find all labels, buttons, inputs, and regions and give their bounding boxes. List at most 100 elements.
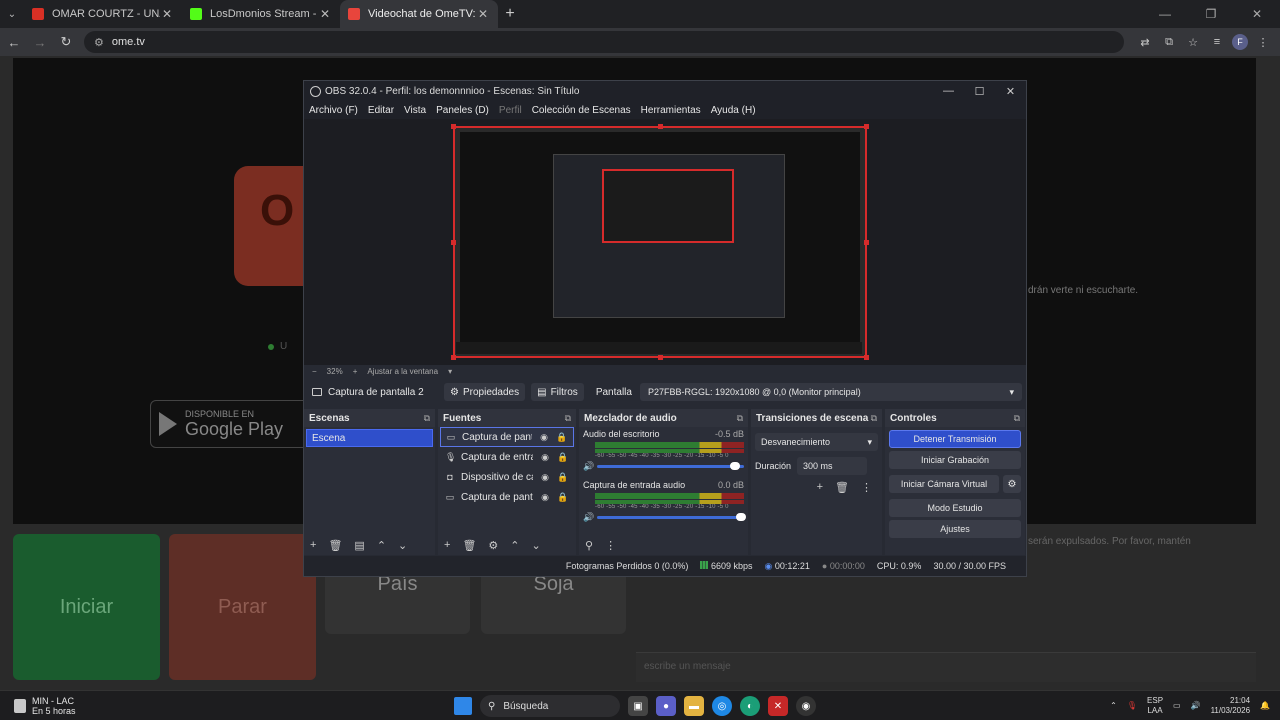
transition-select[interactable]: Desvanecimiento ▾	[755, 433, 878, 451]
task-view-icon[interactable]: ▣	[628, 696, 648, 716]
eye-icon[interactable]: ◉	[539, 452, 551, 463]
tab-search-chevron-icon[interactable]: ⌄	[0, 0, 24, 28]
start-button[interactable]: Iniciar	[13, 534, 160, 680]
source-row[interactable]: 🎙 Captura de entrada ◉ 🔒	[440, 447, 574, 467]
gear-icon[interactable]: ⚙	[1003, 475, 1021, 493]
properties-button[interactable]: ⚙ Propiedades	[444, 383, 526, 401]
menu-kebab-icon[interactable]: ⋮	[605, 539, 616, 552]
menu-herramientas[interactable]: Herramientas	[641, 105, 701, 116]
volume-slider-handle[interactable]	[730, 462, 741, 470]
new-tab-plus-icon[interactable]: +	[498, 5, 522, 23]
speaker-icon[interactable]: 🔊	[583, 461, 594, 472]
undock-icon[interactable]: ⧉	[565, 413, 571, 424]
teams-icon[interactable]: ●	[656, 696, 676, 716]
undock-icon[interactable]: ⧉	[737, 413, 743, 424]
fit-to-window[interactable]: Ajustar a la ventana	[367, 367, 438, 376]
file-explorer-icon[interactable]: ▬	[684, 696, 704, 716]
obs-taskbar-icon[interactable]: ◉	[796, 696, 816, 716]
settings-button[interactable]: Ajustes	[889, 520, 1021, 538]
google-play-badge[interactable]: DISPONIBLE EN Google Play	[150, 400, 310, 448]
filters-button[interactable]: ▤ Filtros	[531, 383, 584, 401]
trash-icon[interactable]: 🗑	[328, 539, 342, 552]
add-icon[interactable]: +	[817, 481, 823, 494]
add-icon[interactable]: +	[444, 539, 450, 551]
tab-close-icon[interactable]: ✕	[160, 7, 174, 21]
language-indicator[interactable]: ESP LAA	[1147, 696, 1163, 716]
menu-kebab-icon[interactable]: ⋮	[861, 481, 872, 494]
eye-icon[interactable]: ◉	[538, 432, 550, 443]
duration-spinbox[interactable]: 300 ms	[797, 457, 868, 475]
volume-icon[interactable]: 🔊	[1191, 701, 1201, 710]
undock-icon[interactable]: ⧉	[871, 413, 877, 424]
profile-avatar[interactable]: F	[1232, 34, 1248, 50]
studio-mode-button[interactable]: Modo Estudio	[889, 499, 1021, 517]
resize-handle[interactable]	[658, 355, 663, 360]
resize-handle[interactable]	[658, 124, 663, 129]
stop-button[interactable]: Parar	[169, 534, 316, 680]
red-app-icon[interactable]: ✕	[768, 696, 788, 716]
bookmark-star-icon[interactable]: ☆	[1184, 36, 1202, 49]
obs-maximize-icon[interactable]: ☐	[964, 85, 995, 98]
menu-perfil[interactable]: Perfil	[499, 105, 522, 116]
gear-icon[interactable]: ⚙	[488, 539, 498, 552]
chevron-down-icon[interactable]: ⌄	[398, 539, 407, 552]
scene-item[interactable]: Escena	[306, 429, 433, 447]
reload-icon[interactable]: ↻	[54, 34, 78, 50]
chevron-up-icon[interactable]: ⌃	[510, 539, 519, 552]
menu-vista[interactable]: Vista	[404, 105, 426, 116]
url-bar[interactable]: ⚙ ome.tv	[84, 31, 1124, 53]
close-icon[interactable]: ✕	[1234, 7, 1280, 21]
resize-handle[interactable]	[451, 124, 456, 129]
eye-icon[interactable]: ◉	[539, 492, 551, 503]
forward-arrow-icon[interactable]: →	[28, 35, 52, 50]
tab-close-icon[interactable]: ✕	[476, 7, 490, 21]
source-row[interactable]: ◘ Dispositivo de captu ◉ 🔒	[440, 467, 574, 487]
link-icon[interactable]: ⚲	[585, 539, 593, 552]
menu-editar[interactable]: Editar	[368, 105, 394, 116]
translate-icon[interactable]: ⇄	[1136, 36, 1154, 49]
back-arrow-icon[interactable]: ←	[2, 35, 26, 50]
lock-icon[interactable]: 🔒	[557, 492, 569, 503]
obs-minimize-icon[interactable]: —	[933, 85, 964, 98]
install-app-icon[interactable]: ⧉	[1160, 36, 1178, 49]
volume-slider[interactable]	[597, 513, 746, 521]
chat-input[interactable]: escribe un mensaje	[636, 652, 1256, 682]
zoom-in-button[interactable]: +	[353, 367, 358, 376]
minimize-icon[interactable]: —	[1142, 7, 1188, 21]
chevron-up-icon[interactable]: ⌃	[377, 539, 386, 552]
chevron-down-icon[interactable]: ⌄	[532, 539, 541, 552]
lock-icon[interactable]: 🔒	[556, 432, 568, 443]
source-row[interactable]: ▭ Captura de pantalla ◉ 🔒	[440, 487, 574, 507]
windows-start-icon[interactable]	[454, 697, 472, 715]
zoom-out-button[interactable]: −	[312, 367, 317, 376]
resize-handle[interactable]	[864, 355, 869, 360]
preview-canvas[interactable]	[451, 124, 869, 360]
menu-paneles[interactable]: Paneles (D)	[436, 105, 489, 116]
trash-icon[interactable]: 🗑	[835, 481, 849, 494]
add-icon[interactable]: +	[310, 539, 316, 551]
filter-icon[interactable]: ▤	[354, 539, 364, 552]
speaker-icon[interactable]: 🔊	[583, 512, 594, 523]
taskbar-search[interactable]: ⚲ Búsqueda	[480, 695, 620, 717]
source-row[interactable]: ▭ Captura de pantalla ◉ 🔒	[440, 427, 574, 447]
maximize-icon[interactable]: ❐	[1188, 7, 1234, 21]
network-icon[interactable]: ▭	[1173, 701, 1181, 710]
stop-streaming-button[interactable]: Detener Transmisión	[889, 430, 1021, 448]
microphone-icon[interactable]: 🎙	[1127, 701, 1137, 710]
lock-icon[interactable]: 🔒	[557, 472, 569, 483]
weather-widget[interactable]: MIN - LAC En 5 horas	[0, 696, 76, 716]
resize-handle[interactable]	[451, 240, 456, 245]
notification-bell-icon[interactable]: 🔔	[1260, 701, 1270, 710]
undock-icon[interactable]: ⧉	[1014, 413, 1020, 424]
browser-tab-1[interactable]: LosDmonios Stream - Kick Dash ✕	[182, 0, 340, 28]
screen-select[interactable]: P27FBB-RGGL: 1920x1080 @ 0,0 (Monitor pr…	[639, 383, 1022, 401]
volume-slider[interactable]	[597, 462, 744, 470]
zoom-dropdown-icon[interactable]: ▾	[448, 367, 452, 376]
menu-ayuda[interactable]: Ayuda (H)	[711, 105, 756, 116]
resize-handle[interactable]	[864, 240, 869, 245]
volume-slider-handle[interactable]	[736, 513, 746, 521]
chevron-up-icon[interactable]: ⌃	[1110, 701, 1117, 710]
edge-icon[interactable]: ◐	[740, 696, 760, 716]
tab-close-icon[interactable]: ✕	[318, 7, 332, 21]
reading-list-icon[interactable]: ≡	[1208, 36, 1226, 48]
